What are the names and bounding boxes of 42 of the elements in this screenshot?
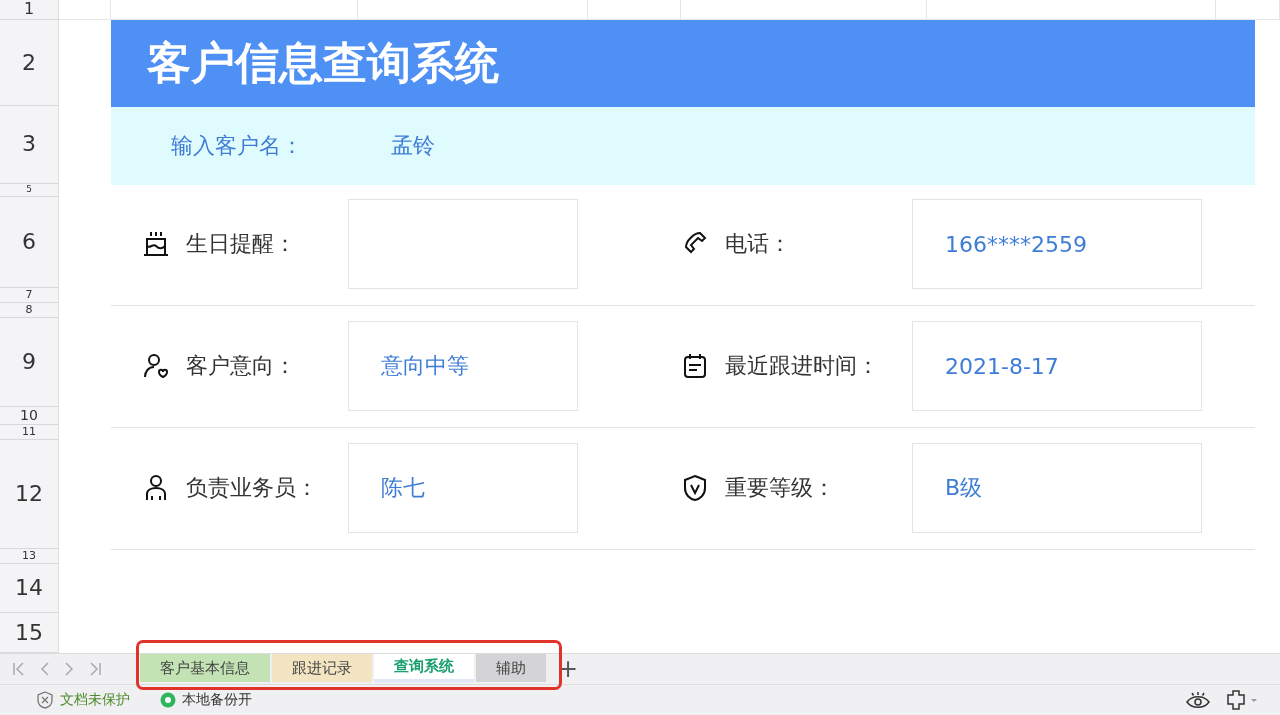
input-method-icon[interactable]	[1226, 690, 1258, 710]
next-sheet-icon[interactable]	[64, 661, 74, 677]
row-number: 7	[25, 289, 33, 301]
status-dot-icon	[160, 692, 176, 708]
row-number: 6	[22, 230, 36, 253]
field-label: 客户意向：	[186, 352, 297, 380]
row-number: 12	[15, 482, 43, 505]
row-number: 15	[15, 621, 43, 644]
row-number: 5	[26, 185, 32, 195]
value-cell: 2021-8-17	[912, 321, 1202, 411]
value-cell: B级	[912, 443, 1202, 533]
field-label: 重要等级：	[725, 474, 836, 502]
field-label: 生日提醒：	[186, 230, 297, 258]
previous-sheet-icon[interactable]	[40, 661, 50, 677]
row-number: 3	[22, 133, 36, 156]
row-number: 2	[22, 51, 36, 74]
row-number: 8	[25, 304, 33, 316]
last-sheet-icon[interactable]	[88, 661, 102, 677]
backup-status: 本地备份开	[182, 691, 252, 709]
row-number: 11	[22, 426, 36, 438]
field-label: 电话：	[725, 230, 792, 258]
protection-status: 文档未保护	[60, 691, 130, 709]
row-number: 14	[15, 577, 43, 599]
customer-name-value: 孟铃	[391, 132, 435, 160]
sheet-tab[interactable]: 辅助	[476, 654, 546, 682]
field-label: 负责业务员：	[186, 474, 319, 502]
search-label: 输入客户名：	[171, 132, 304, 160]
row-number: 13	[22, 550, 36, 562]
row-number: 1	[23, 1, 35, 18]
field-label: 最近跟进时间：	[725, 352, 880, 380]
sheet-tab[interactable]: 跟进记录	[272, 654, 372, 682]
value-cell: 166****2559	[912, 199, 1202, 289]
value-cell: 陈七	[348, 443, 578, 533]
row-number: 10	[20, 408, 38, 423]
sheet-tab[interactable]: 客户基本信息	[140, 654, 270, 682]
page-title: 客户信息查询系统	[147, 36, 499, 90]
shield-x-icon	[36, 691, 54, 709]
first-sheet-icon[interactable]	[12, 661, 26, 677]
eye-icon[interactable]	[1186, 690, 1210, 710]
value-cell: 意向中等	[348, 321, 578, 411]
row-number: 9	[22, 350, 36, 373]
add-sheet-button[interactable]: +	[554, 655, 583, 683]
